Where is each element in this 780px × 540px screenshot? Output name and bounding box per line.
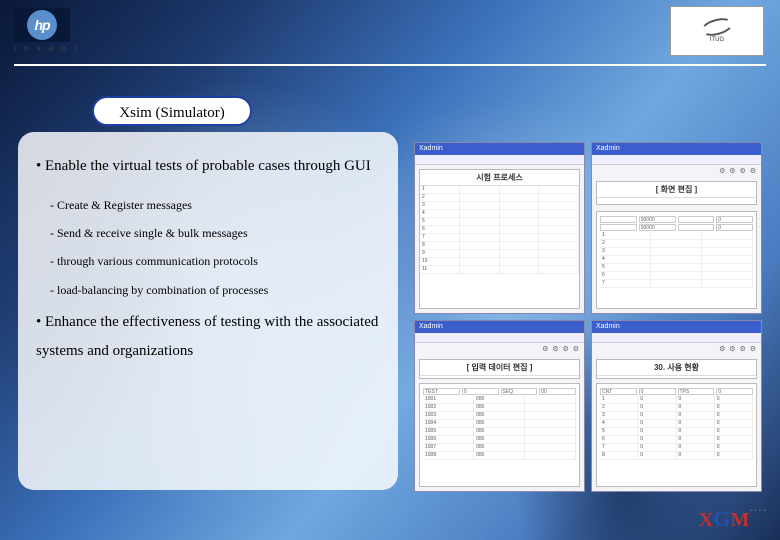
window-titlebar: Xadmin [592, 143, 761, 155]
panel-title: [ 입력 데이터 편집 ] [420, 360, 579, 376]
table-row: 3 [600, 248, 753, 256]
table-row: 7000 [600, 444, 753, 452]
table-row: 1005000 [423, 428, 576, 436]
xgm-logo: XGM· · · · [699, 506, 766, 532]
screenshot-tl: Xadmin 시험 프로세스 1 2 3 4 5 6 7 8 9 10 11 [414, 142, 585, 314]
table-row: 3 [420, 202, 579, 210]
table-row: 7 [420, 234, 579, 242]
header-panel: 30. 사용 현황 [596, 359, 757, 379]
hp-logo: hp [14, 8, 70, 42]
window-body: ⚙ ⚙ ⚙ ⚙ 30. 사용 현황 CNT0TPS0 1000 2000 300… [592, 343, 761, 491]
panel-title: [ 화면 편집 ] [597, 182, 756, 198]
toolbar-icons: ⚙ ⚙ ⚙ ⚙ [719, 345, 757, 353]
table-row: 1006000 [423, 436, 576, 444]
itug-swirl-icon [699, 15, 734, 39]
table-row: 10 [420, 258, 579, 266]
table-row: 2000 [600, 404, 753, 412]
table-row: 1 [420, 186, 579, 194]
window-toolbar [415, 333, 584, 343]
table-row: 1 [600, 232, 753, 240]
hp-logo-circle: hp [27, 10, 57, 40]
sub-bullet-3: - through various communication protocol… [50, 251, 380, 271]
sub-bullet-1: - Create & Register messages [50, 195, 380, 215]
header-divider [14, 64, 766, 66]
itug-text: ITUG [710, 37, 724, 44]
table-row: 7 [600, 280, 753, 288]
itug-logo: ITUG [670, 6, 764, 56]
table-row: 5 [420, 218, 579, 226]
slide: hp i n v e n t ITUG Xsim (Simulator) Ena… [0, 0, 780, 540]
window-toolbar [592, 155, 761, 165]
table-row: 1004000 [423, 420, 576, 428]
screenshot-br: Xadmin ⚙ ⚙ ⚙ ⚙ 30. 사용 현황 CNT0TPS0 1000 2… [591, 320, 762, 492]
window-body: 시험 프로세스 1 2 3 4 5 6 7 8 9 10 11 [415, 165, 584, 313]
screenshot-grid: Xadmin 시험 프로세스 1 2 3 4 5 6 7 8 9 10 11 [414, 142, 762, 492]
header-panel: [ 화면 편집 ] [596, 181, 757, 205]
table-row: 6 [600, 272, 753, 280]
header-panel: [ 입력 데이터 편집 ] [419, 359, 580, 379]
window-toolbar [592, 333, 761, 343]
table-row: 1003000 [423, 412, 576, 420]
xgm-m: M [730, 509, 749, 531]
table-row: 4000 [600, 420, 753, 428]
xgm-dots: · · · · [749, 506, 766, 515]
table-row: 5000 [600, 428, 753, 436]
table-row: 1008000 [423, 452, 576, 460]
table-row: 11 [420, 266, 579, 274]
table-row: 3000 [600, 412, 753, 420]
section-title-badge: Xsim (Simulator) [92, 96, 252, 126]
toolbar-icons: ⚙ ⚙ ⚙ ⚙ [542, 345, 580, 353]
table-row: 1007000 [423, 444, 576, 452]
table-row: 1002000 [423, 404, 576, 412]
table-row: 9 [420, 250, 579, 258]
window-body: ⚙ ⚙ ⚙ ⚙ [ 입력 데이터 편집 ] TEST0SEQ00 1001000… [415, 343, 584, 491]
window-titlebar: Xadmin [415, 143, 584, 155]
bullet-1: Enable the virtual tests of probable cas… [36, 152, 380, 181]
window-titlebar: Xadmin [592, 321, 761, 333]
xgm-x: X [699, 509, 713, 531]
xgm-g: G [713, 506, 730, 531]
table-row: 1000 [600, 396, 753, 404]
content-card: Enable the virtual tests of probable cas… [18, 132, 398, 490]
table-row: 6 [420, 226, 579, 234]
table-row: 5 [600, 264, 753, 272]
sub-bullet-4: - load-balancing by combination of proce… [50, 280, 380, 300]
table-row: 2 [420, 194, 579, 202]
table-row: 6000 [600, 436, 753, 444]
form-row: TEST0SEQ00 [423, 388, 576, 395]
data-panel: TEST0SEQ00 1001000 1002000 1003000 10040… [419, 383, 580, 487]
form-row: 000000 [600, 216, 753, 223]
screenshot-tr: Xadmin ⚙ ⚙ ⚙ ⚙ [ 화면 편집 ] 000000 000000 1… [591, 142, 762, 314]
toolbar-icons: ⚙ ⚙ ⚙ ⚙ [719, 167, 757, 175]
data-panel: CNT0TPS0 1000 2000 3000 4000 5000 6000 7… [596, 383, 757, 487]
table-row: 4 [420, 210, 579, 218]
sub-bullet-2: - Send & receive single & bulk messages [50, 223, 380, 243]
table-row: 8 [420, 242, 579, 250]
table-row: 4 [600, 256, 753, 264]
window-body: ⚙ ⚙ ⚙ ⚙ [ 화면 편집 ] 000000 000000 1 2 3 4 … [592, 165, 761, 313]
screenshot-bl: Xadmin ⚙ ⚙ ⚙ ⚙ [ 입력 데이터 편집 ] TEST0SEQ00 … [414, 320, 585, 492]
form-panel: 000000 000000 1 2 3 4 5 6 7 [596, 211, 757, 309]
table-row: 2 [600, 240, 753, 248]
form-row: CNT0TPS0 [600, 388, 753, 395]
table-panel: 시험 프로세스 1 2 3 4 5 6 7 8 9 10 11 [419, 169, 580, 309]
bullet-2: Enhance the effectiveness of testing wit… [36, 308, 380, 365]
table-row: 8000 [600, 452, 753, 460]
panel-title: 30. 사용 현황 [597, 360, 756, 376]
table-row: 1001000 [423, 396, 576, 404]
window-toolbar [415, 155, 584, 165]
window-titlebar: Xadmin [415, 321, 584, 333]
panel-title: 시험 프로세스 [420, 170, 579, 186]
form-row: 000000 [600, 224, 753, 231]
hp-tagline: i n v e n t [14, 44, 79, 53]
